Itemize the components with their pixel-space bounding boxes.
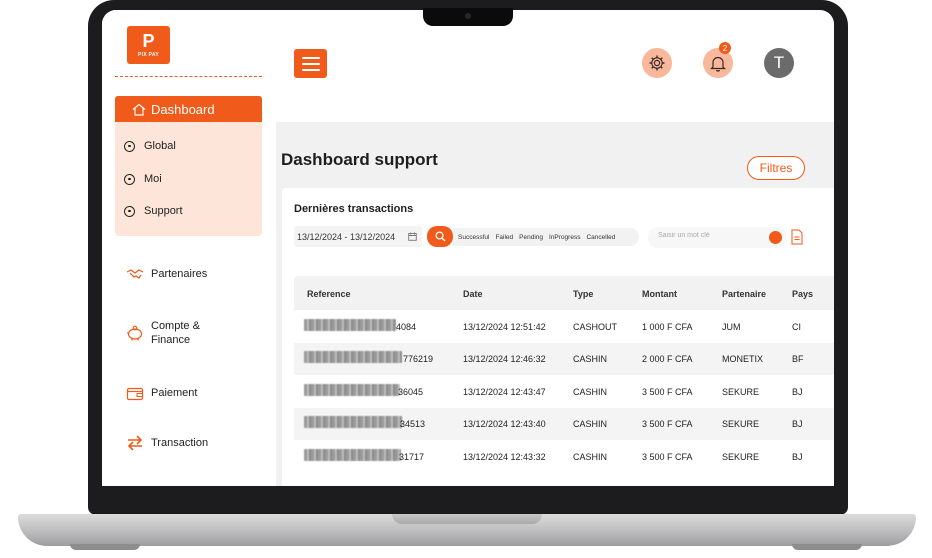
nav-label: Paiement <box>151 387 198 399</box>
search-button[interactable] <box>427 226 453 247</box>
status-filter-pending[interactable]: Pending <box>519 234 543 241</box>
keyword-search-input[interactable] <box>658 232 768 239</box>
handshake-icon <box>125 265 145 283</box>
hamburger-menu-button[interactable] <box>294 49 327 78</box>
calendar-icon <box>408 232 417 241</box>
date-range-field[interactable]: 13/12/2024 - 13/12/2024 <box>294 226 422 247</box>
keyword-search-submit[interactable] <box>769 231 782 244</box>
filters-button[interactable]: Filtres <box>747 156 805 180</box>
piggy-bank-icon <box>125 324 145 342</box>
submenu-item-support[interactable]: Support <box>124 205 183 217</box>
laptop-screen: P PIX PAY Dashboard Global Moi Support P… <box>102 10 834 486</box>
menu-line <box>301 68 320 71</box>
settings-button[interactable] <box>642 48 672 78</box>
camera-icon <box>465 13 471 19</box>
arrows-exchange-icon <box>125 434 145 452</box>
laptop-base-notch <box>392 514 542 524</box>
sidebar-item-dashboard[interactable]: Dashboard <box>115 96 262 122</box>
sidebar-item-compte-finance[interactable]: Compte & Finance <box>125 319 221 347</box>
submenu-item-moi[interactable]: Moi <box>124 173 162 185</box>
gear-icon <box>649 55 665 71</box>
sidebar-item-partenaires[interactable]: Partenaires <box>125 265 207 283</box>
status-filter-successful[interactable]: Successful <box>458 234 489 241</box>
radio-dot-icon <box>124 140 135 152</box>
logo-text: PIX PAY <box>138 52 159 58</box>
submenu-label: Moi <box>144 173 162 185</box>
status-filter-inprogress[interactable]: InProgress <box>549 234 580 241</box>
user-avatar[interactable]: T <box>764 48 794 78</box>
nav-label: Compte & Finance <box>151 320 200 346</box>
bell-icon <box>710 56 726 72</box>
nav-label: Transaction <box>151 437 209 449</box>
wallet-icon <box>125 384 145 402</box>
menu-line <box>301 56 320 59</box>
status-filter-failed[interactable]: Failed <box>495 234 513 241</box>
date-range-value: 13/12/2024 - 13/12/2024 <box>297 231 396 242</box>
export-pdf-icon[interactable] <box>791 229 803 245</box>
status-filter-cancelled[interactable]: Cancelled <box>586 234 615 241</box>
logo-mark: P <box>142 31 155 51</box>
dashboard-label: Dashboard <box>151 101 215 117</box>
search-icon <box>434 231 445 242</box>
radio-dot-icon <box>124 173 135 185</box>
app-logo[interactable]: P PIX PAY <box>127 26 170 64</box>
sidebar-item-paiement[interactable]: Paiement <box>125 384 197 402</box>
sidebar-divider <box>115 76 262 77</box>
laptop-foot <box>792 544 862 550</box>
home-icon <box>132 103 146 116</box>
submenu-label: Global <box>144 140 176 152</box>
radio-dot-icon <box>124 205 135 217</box>
submenu-label: Support <box>144 205 183 217</box>
menu-line <box>301 62 320 65</box>
sidebar-item-transaction[interactable]: Transaction <box>125 434 208 452</box>
notification-badge: 2 <box>719 42 731 54</box>
submenu-item-global[interactable]: Global <box>124 140 176 152</box>
sidebar: P PIX PAY Dashboard Global Moi Support P… <box>102 10 276 486</box>
laptop-foot <box>70 544 140 550</box>
nav-label: Partenaires <box>151 268 208 280</box>
